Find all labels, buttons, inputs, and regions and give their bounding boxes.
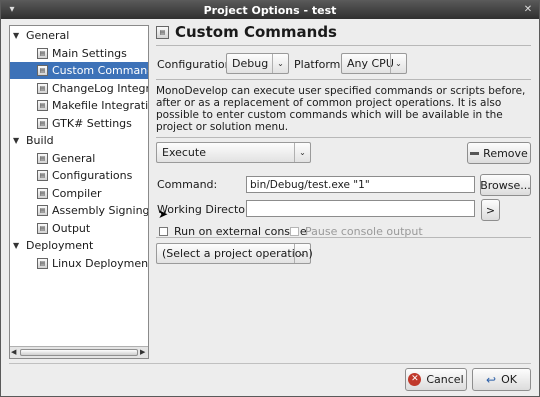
configuration-label: Configuration: [157, 58, 236, 71]
scroll-right-icon[interactable]: ▶ [140, 348, 148, 356]
project-options-dialog: ▾ Project Options - test ✕ ▼ General ▤ Main… [0, 0, 540, 397]
options-tree[interactable]: ▼ General ▤ Main Settings ▤ Custom Commands ▤ C… [9, 25, 149, 359]
configuration-value: Debug [232, 57, 269, 70]
window-title: Project Options - test [203, 3, 337, 17]
custom-commands-icon: ▤ [156, 25, 169, 39]
settings-page-icon: ▤ [37, 222, 48, 234]
platform-select[interactable]: Any CPU ⌄ [341, 53, 407, 74]
heading-divider [156, 45, 531, 46]
tree-item[interactable]: ▤ ChangeLog Integration [10, 80, 148, 97]
tree-item[interactable]: ▤ Output [10, 220, 148, 237]
config-divider [156, 79, 531, 80]
browse-label: Browse... [480, 178, 531, 192]
cancel-icon: ✕ [408, 373, 422, 386]
ok-label: OK [501, 373, 517, 386]
command-value: bin/Debug/test.exe "1" [250, 178, 370, 191]
description-divider [156, 137, 531, 138]
settings-page-icon: ▤ [37, 257, 48, 269]
page-heading: ▤ Custom Commands [156, 23, 337, 41]
project-operation-value: (Select a project operation) [162, 247, 313, 260]
settings-page-icon: ▤ [37, 65, 48, 76]
settings-page-icon: ▤ [37, 152, 48, 164]
working-directory-input[interactable] [246, 200, 475, 217]
tree-item[interactable]: ▤ Assembly Signing [10, 202, 149, 219]
chevron-down-icon: ⌄ [390, 54, 406, 73]
description-text: MonoDevelop can execute user specified c… [156, 85, 526, 133]
chevron-down-icon: ⌄ [272, 54, 288, 73]
tree-item[interactable]: ▤ Custom Commands [10, 62, 148, 79]
title-bar: ▾ Project Options - test ✕ [1, 1, 539, 19]
settings-page-icon: ▤ [37, 187, 48, 199]
tree-item[interactable]: ▼ Deployment [10, 237, 148, 254]
expander-arrow-icon[interactable]: ▼ [13, 136, 22, 145]
tree-item-label: Build [26, 134, 54, 147]
command-input[interactable]: bin/Debug/test.exe "1" [246, 176, 475, 193]
tree-item-label: Linux Deployment Settings [52, 256, 149, 270]
working-directory-menu-label: > [485, 203, 496, 217]
tree-item-label: Assembly Signing [52, 204, 149, 217]
chevron-down-icon: ⌄ [294, 143, 310, 162]
tree-item-label: Main Settings [52, 46, 127, 60]
browse-button[interactable]: Browse... [480, 174, 531, 196]
working-directory-menu-button[interactable]: > [481, 199, 500, 221]
tree-item[interactable]: ▼ General [10, 27, 148, 44]
tree-item[interactable]: ▤ Compiler [10, 185, 148, 202]
checkbox-box [159, 227, 168, 236]
remove-button[interactable]: Remove [467, 142, 531, 164]
platform-label: Platform: [294, 58, 345, 71]
tree-item[interactable]: ▤ General [10, 150, 148, 167]
tree-item-label: General [52, 151, 96, 165]
scrollbar-thumb[interactable] [20, 349, 138, 356]
operation-value: Execute [162, 146, 206, 159]
minus-icon [470, 151, 480, 155]
tree-item-label: ChangeLog Integration [52, 81, 148, 95]
tree-item[interactable]: ▤ Makefile Integration [10, 97, 149, 114]
settings-page-icon: ▤ [37, 100, 48, 111]
tree-item-label: Configurations [52, 169, 133, 182]
tree-item-label: GTK# Settings [52, 116, 132, 130]
command-label: Command: [157, 178, 218, 191]
working-directory-label: Working Directory: [157, 203, 259, 216]
tree-item-label: General [26, 29, 70, 42]
project-operation-select[interactable]: (Select a project operation) ⌄ [156, 243, 313, 264]
settings-page-icon: ▤ [37, 205, 48, 216]
checkbox-box [290, 227, 299, 236]
window-menu-icon[interactable]: ▾ [5, 3, 19, 16]
expander-arrow-icon[interactable]: ▼ [13, 241, 22, 250]
settings-page-icon: ▤ [37, 117, 48, 129]
tree-item-label: Makefile Integration [52, 99, 149, 112]
cancel-label: Cancel [426, 373, 464, 386]
tree-horizontal-scrollbar[interactable]: ◀ ▶ [10, 346, 148, 358]
mouse-pointer-icon: ➤ [158, 207, 169, 221]
footer-divider [9, 363, 531, 364]
cancel-button[interactable]: ✕ Cancel [405, 368, 467, 391]
close-icon[interactable]: ✕ [521, 3, 535, 16]
tree-item-label: Deployment [26, 239, 94, 252]
tree-item-label: Output [52, 221, 91, 235]
configuration-select[interactable]: Debug ⌄ [226, 53, 289, 74]
settings-page-icon: ▤ [37, 47, 48, 59]
remove-label: Remove [483, 146, 528, 160]
tree-item-label: Custom Commands [52, 64, 148, 77]
scroll-left-icon[interactable]: ◀ [11, 348, 19, 356]
chevron-down-icon: ⌄ [294, 244, 310, 263]
page-title: Custom Commands [175, 23, 337, 41]
tree-item[interactable]: ▤ GTK# Settings [10, 115, 148, 132]
settings-page-icon: ▤ [37, 82, 48, 94]
tree-item[interactable]: ▤ Main Settings [10, 45, 148, 62]
ok-button[interactable]: ↩ OK [472, 368, 531, 391]
checkbox-divider [156, 237, 531, 238]
operation-select[interactable]: Execute ⌄ [156, 142, 311, 163]
platform-value: Any CPU [347, 57, 394, 70]
tree-item[interactable]: ▼ Build [10, 132, 148, 149]
tree-item[interactable]: ▤ Linux Deployment Settings [10, 255, 149, 272]
settings-page-icon: ▤ [37, 170, 48, 181]
tree-item[interactable]: ▤ Configurations [10, 167, 148, 184]
ok-icon: ↩ [486, 372, 497, 387]
expander-arrow-icon[interactable]: ▼ [13, 31, 22, 40]
tree-item-label: Compiler [52, 186, 102, 200]
